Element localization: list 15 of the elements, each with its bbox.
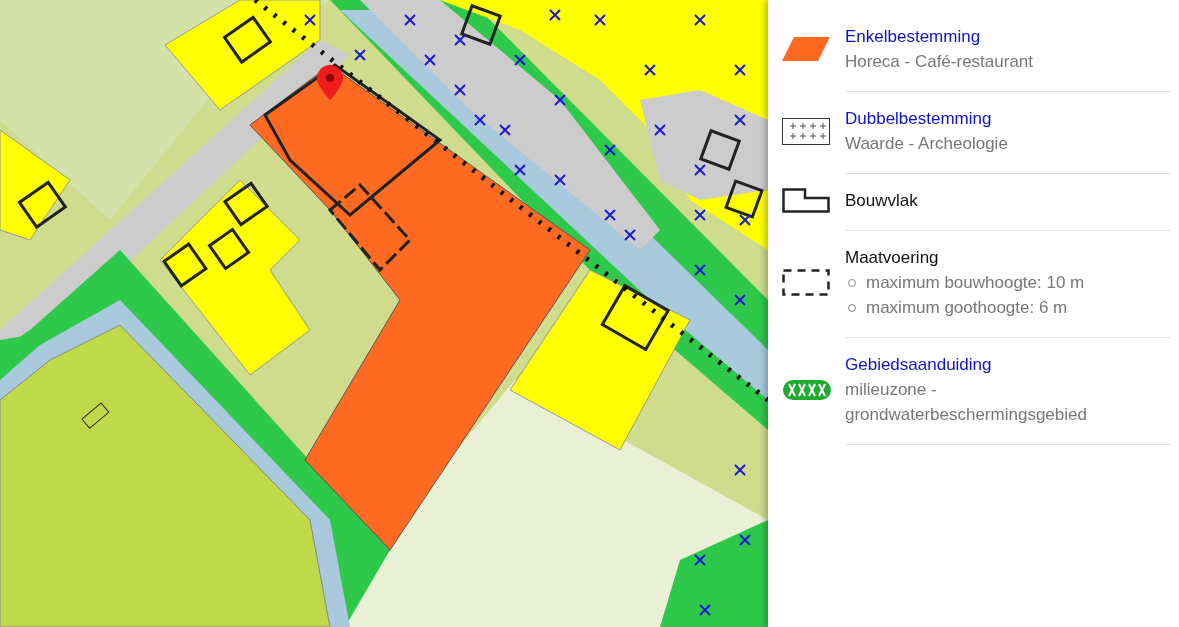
legend-description: Horeca - Café-restaurant xyxy=(845,51,1034,73)
legend-description: Waarde - Archeologie xyxy=(845,133,1008,155)
parallelogram-area-icon xyxy=(782,37,830,61)
zone-pattern-icon xyxy=(782,378,832,401)
crosses-pattern-icon xyxy=(782,117,830,145)
legend-link[interactable]: Gebiedsaanduiding xyxy=(845,352,1170,377)
building-outline-icon xyxy=(782,188,830,213)
legend-description: milieuzone - grondwaterbeschermingsgebied xyxy=(845,379,1088,426)
legend-title: Bouwvlak xyxy=(845,190,918,212)
legend-link[interactable]: Enkelbestemming xyxy=(845,24,1034,49)
legend-title: Maatvoering xyxy=(845,247,940,269)
legend-link[interactable]: Dubbelbestemming xyxy=(845,106,1008,131)
legend-detail: maximum goothoogte: 6 m xyxy=(866,297,1068,319)
legend-detail: maximum bouwhoogte: 10 m xyxy=(866,272,1085,294)
dashed-rectangle-icon xyxy=(782,269,830,296)
